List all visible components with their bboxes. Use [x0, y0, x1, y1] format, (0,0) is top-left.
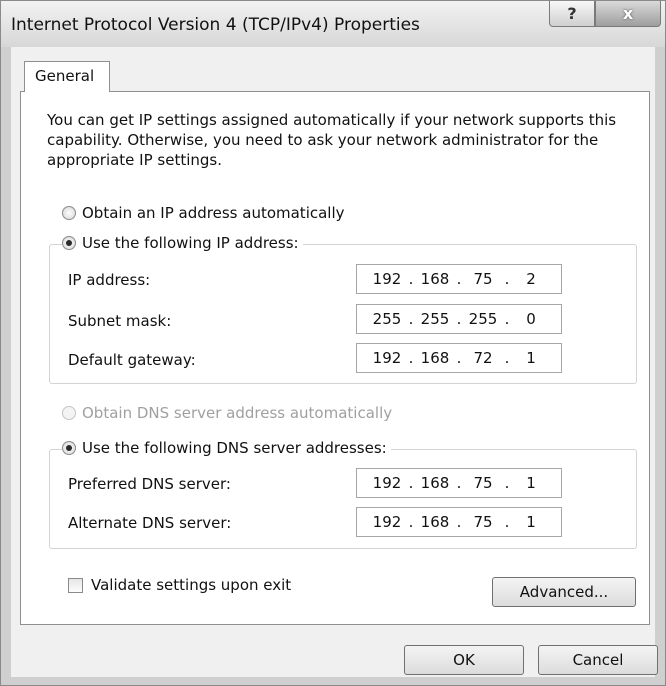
use-following-dns-radio[interactable]: Use the following DNS server addresses: — [62, 439, 391, 457]
obtain-ip-auto-label: Obtain an IP address automatically — [82, 204, 345, 222]
close-button[interactable]: x — [595, 1, 661, 27]
ip-address-input[interactable]: 192 . 168 . 75 . 2 — [356, 264, 562, 294]
octet-separator: . — [456, 474, 462, 492]
octet: 168 — [420, 474, 450, 492]
cancel-button[interactable]: Cancel — [538, 645, 658, 675]
title-bar: Internet Protocol Version 4 (TCP/IPv4) P… — [1, 1, 665, 47]
use-following-dns-label: Use the following DNS server addresses: — [82, 439, 387, 457]
octet-separator: . — [408, 513, 414, 531]
default-gateway-input[interactable]: 192 . 168 . 72 . 1 — [356, 343, 562, 373]
checkbox-icon — [68, 577, 83, 593]
preferred-dns-label: Preferred DNS server: — [68, 475, 231, 493]
octet: 1 — [526, 513, 536, 531]
tab-general[interactable]: General — [24, 61, 110, 92]
octet: 192 — [372, 349, 402, 367]
octet: 1 — [526, 474, 536, 492]
octet-separator: . — [456, 513, 462, 531]
octet: 75 — [473, 513, 493, 531]
octet: 75 — [473, 270, 493, 288]
ip-address-label: IP address: — [68, 271, 151, 289]
validate-settings-checkbox[interactable]: Validate settings upon exit — [68, 576, 291, 594]
octet-separator: . — [408, 474, 414, 492]
help-button[interactable]: ? — [549, 1, 595, 27]
window-title: Internet Protocol Version 4 (TCP/IPv4) P… — [11, 15, 420, 35]
radio-icon — [62, 206, 76, 220]
octet: 168 — [420, 349, 450, 367]
use-following-ip-label: Use the following IP address: — [82, 234, 299, 252]
ok-button[interactable]: OK — [404, 645, 524, 675]
octet: 192 — [372, 270, 402, 288]
octet: 168 — [420, 270, 450, 288]
octet: 75 — [473, 474, 493, 492]
octet: 255 — [420, 310, 450, 328]
octet: 1 — [526, 349, 536, 367]
octet-separator: . — [504, 474, 510, 492]
radio-icon — [62, 406, 76, 420]
octet-separator: . — [408, 349, 414, 367]
alternate-dns-input[interactable]: 192 . 168 . 75 . 1 — [356, 507, 562, 537]
obtain-dns-auto-radio[interactable]: Obtain DNS server address automatically — [62, 404, 392, 422]
preferred-dns-input[interactable]: 192 . 168 . 75 . 1 — [356, 468, 562, 498]
octet: 168 — [420, 513, 450, 531]
octet-separator: . — [504, 513, 510, 531]
octet-separator: . — [504, 270, 510, 288]
octet: 192 — [372, 474, 402, 492]
octet-separator: . — [456, 310, 462, 328]
validate-settings-label: Validate settings upon exit — [91, 576, 292, 594]
octet-separator: . — [408, 310, 414, 328]
octet: 192 — [372, 513, 402, 531]
advanced-button[interactable]: Advanced... — [492, 577, 636, 607]
octet: 72 — [473, 349, 493, 367]
octet: 2 — [526, 270, 536, 288]
octet-separator: . — [456, 270, 462, 288]
tab-general-label: General — [35, 67, 95, 85]
subnet-mask-input[interactable]: 255 . 255 . 255 . 0 — [356, 304, 562, 334]
octet: 0 — [526, 310, 536, 328]
alternate-dns-label: Alternate DNS server: — [68, 514, 232, 532]
octet: 255 — [372, 310, 402, 328]
use-following-ip-radio[interactable]: Use the following IP address: — [62, 234, 303, 252]
octet-separator: . — [504, 349, 510, 367]
obtain-dns-auto-label: Obtain DNS server address automatically — [82, 404, 393, 422]
octet-separator: . — [408, 270, 414, 288]
close-icon: x — [622, 4, 634, 23]
help-icon: ? — [567, 4, 577, 23]
radio-icon — [62, 441, 76, 455]
octet: 255 — [468, 310, 498, 328]
description-text: You can get IP settings assigned automat… — [47, 111, 617, 169]
radio-icon — [62, 236, 76, 250]
subnet-mask-label: Subnet mask: — [68, 312, 172, 330]
octet-separator: . — [504, 310, 510, 328]
octet-separator: . — [456, 349, 462, 367]
obtain-ip-auto-radio[interactable]: Obtain an IP address automatically — [62, 204, 345, 222]
default-gateway-label: Default gateway: — [68, 351, 196, 369]
